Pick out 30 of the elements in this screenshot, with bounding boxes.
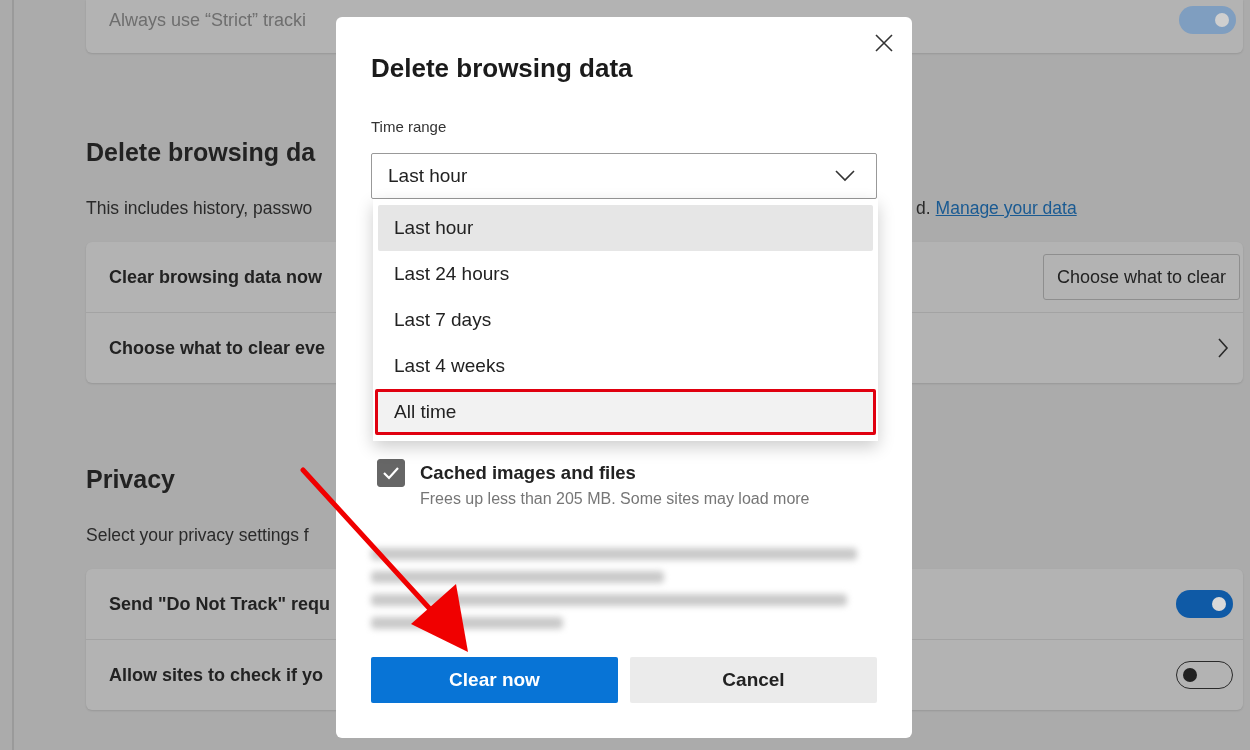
section-heading: Privacy (86, 464, 175, 495)
toggle-switch[interactable] (1179, 6, 1236, 34)
cancel-button[interactable]: Cancel (630, 657, 877, 703)
dropdown-option[interactable]: Last hour (378, 205, 873, 251)
section-description: Select your privacy settings f (86, 524, 310, 547)
time-range-dropdown[interactable]: Last hour (371, 153, 877, 199)
toggle-switch[interactable] (1176, 590, 1233, 618)
dropdown-option[interactable]: Last 24 hours (378, 251, 873, 297)
checkmark-icon (382, 466, 400, 480)
dropdown-option[interactable]: Last 7 days (378, 297, 873, 343)
dropdown-option[interactable]: All time (375, 389, 876, 435)
description-text: d. (916, 197, 931, 220)
chevron-down-icon (835, 170, 855, 182)
setting-label: Send "Do Not Track" requ (109, 593, 331, 615)
setting-label: Allow sites to check if yo (109, 664, 324, 686)
setting-label: Always use “Strict” tracki (109, 9, 307, 31)
checkbox-description: Frees up less than 205 MB. Some sites may load more (420, 489, 810, 509)
dialog-title: Delete browsing data (371, 52, 634, 85)
checkbox[interactable] (377, 459, 405, 487)
clear-now-button[interactable]: Clear now (371, 657, 618, 703)
field-label: Time range (371, 117, 448, 137)
chevron-right-icon[interactable] (1217, 337, 1229, 359)
close-icon[interactable] (874, 33, 894, 53)
section-description: This includes history, passwo (86, 197, 314, 220)
dropdown-option[interactable]: Last 4 weeks (378, 343, 873, 389)
checkbox-label: Cached images and files (420, 461, 637, 485)
choose-button[interactable]: Choose what to clear (1042, 254, 1240, 300)
setting-label: Choose what to clear eve (109, 337, 326, 359)
section-heading: Delete browsing da (86, 137, 316, 168)
setting-label: Clear browsing data now (109, 266, 323, 288)
